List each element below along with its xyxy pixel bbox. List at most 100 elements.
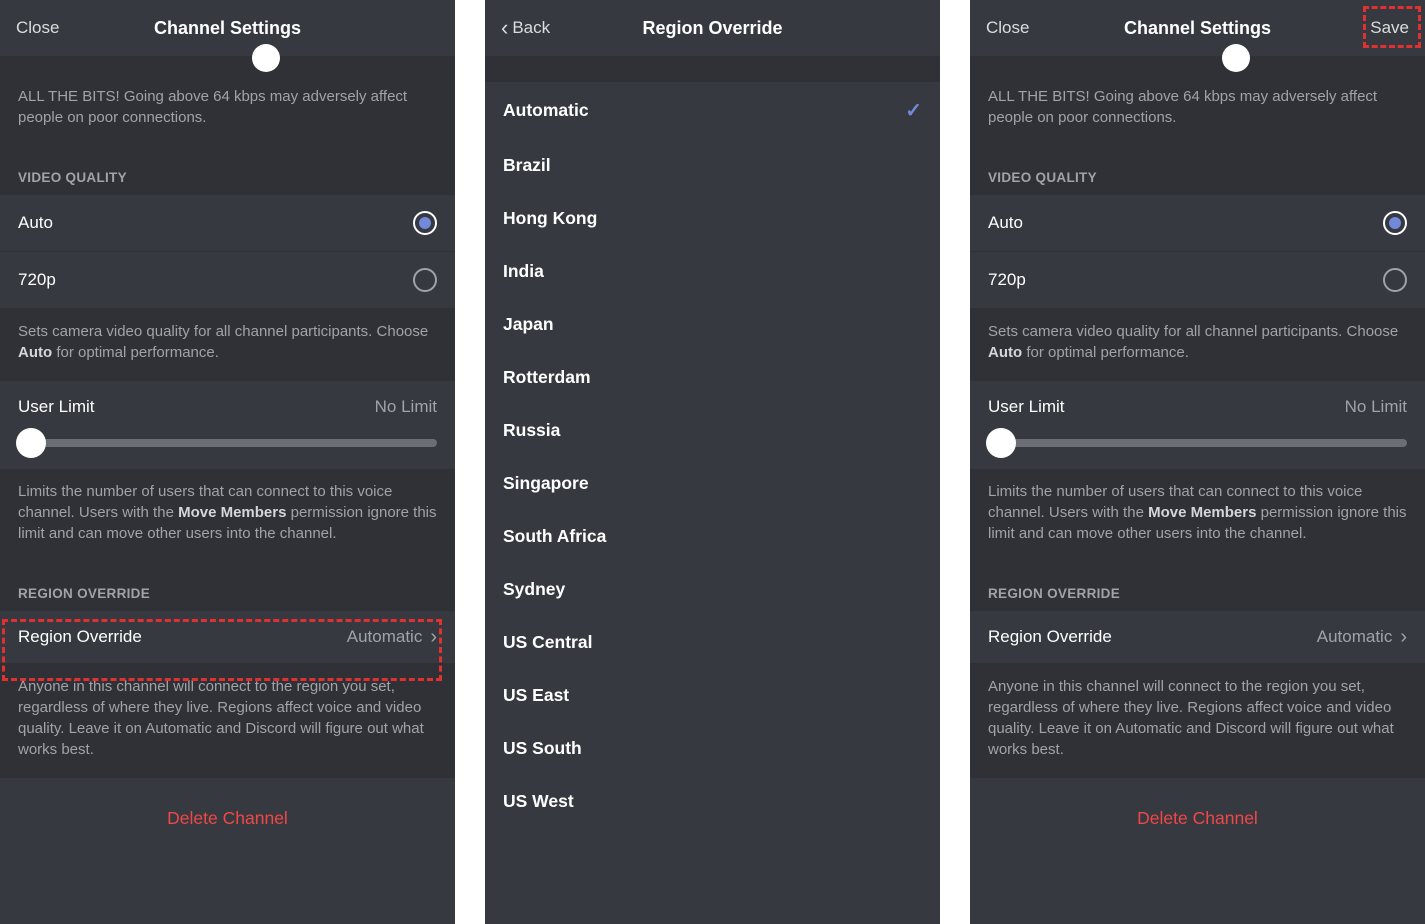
check-icon: ✓ (905, 98, 922, 123)
region-name: Brazil (503, 155, 551, 176)
region-name: US East (503, 685, 569, 706)
help-strong: Move Members (1148, 504, 1256, 521)
save-button[interactable]: Save (1370, 18, 1409, 38)
row-label: 720p (18, 270, 56, 290)
user-limit-help-text: Limits the number of users that can conn… (970, 469, 1425, 562)
help-strong: Auto (18, 344, 52, 361)
region-name: South Africa (503, 526, 606, 547)
help-strong: Move Members (178, 504, 286, 521)
header: Close Channel Settings (0, 0, 455, 56)
help-pre: Sets camera video quality for all channe… (988, 323, 1398, 340)
region-override-row[interactable]: Region Override Automatic › (0, 611, 455, 664)
slider-thumb-icon (1222, 44, 1250, 72)
video-quality-720p-row[interactable]: 720p (0, 252, 455, 309)
region-name: Singapore (503, 473, 589, 494)
region-option[interactable]: Japan (485, 298, 940, 351)
region-option[interactable]: US West (485, 775, 940, 828)
region-option[interactable]: India (485, 245, 940, 298)
region-list: Automatic✓ Brazil Hong Kong India Japan Rotte… (485, 82, 940, 828)
close-button[interactable]: Close (16, 18, 59, 38)
video-quality-help-text: Sets camera video quality for all channe… (970, 309, 1425, 381)
header-title: Channel Settings (1124, 18, 1271, 39)
user-limit-section: User Limit No Limit (970, 381, 1425, 469)
region-name: US South (503, 738, 582, 759)
content: ALL THE BITS! Going above 64 kbps may ad… (970, 56, 1425, 924)
section-header-region-override: REGION OVERRIDE (970, 562, 1425, 611)
help-post: for optimal performance. (52, 344, 219, 361)
delete-channel-button[interactable]: Delete Channel (970, 790, 1425, 847)
region-override-value: Automatic (347, 627, 423, 647)
video-quality-720p-row[interactable]: 720p (970, 252, 1425, 309)
region-option[interactable]: Russia (485, 404, 940, 457)
row-label: Auto (18, 213, 53, 233)
region-name: Rotterdam (503, 367, 591, 388)
region-option[interactable]: Rotterdam (485, 351, 940, 404)
region-option[interactable]: US Central (485, 616, 940, 669)
user-limit-label: User Limit (988, 397, 1065, 417)
chevron-right-icon: › (430, 627, 437, 647)
chevron-right-icon: › (1400, 627, 1407, 647)
video-quality-auto-row[interactable]: Auto (970, 195, 1425, 252)
region-name: India (503, 261, 544, 282)
region-name: US Central (503, 632, 592, 653)
region-name: Sydney (503, 579, 565, 600)
video-quality-auto-row[interactable]: Auto (0, 195, 455, 252)
help-strong: Auto (988, 344, 1022, 361)
help-post: for optimal performance. (1022, 344, 1189, 361)
slider-thumb-icon (252, 44, 280, 72)
region-override-row[interactable]: Region Override Automatic › (970, 611, 1425, 664)
back-button[interactable]: ‹ Back (501, 17, 550, 39)
back-label: Back (512, 18, 550, 38)
user-limit-value: No Limit (1345, 397, 1407, 417)
region-option[interactable]: Sydney (485, 563, 940, 616)
radio-selected-icon (413, 211, 437, 235)
region-option[interactable]: Singapore (485, 457, 940, 510)
region-option[interactable]: Brazil (485, 139, 940, 192)
user-limit-section: User Limit No Limit (0, 381, 455, 469)
help-pre: Sets camera video quality for all channe… (18, 323, 428, 340)
user-limit-slider[interactable] (988, 439, 1407, 447)
content: Automatic✓ Brazil Hong Kong India Japan Rotte… (485, 56, 940, 924)
bitrate-slider-partial[interactable] (970, 56, 1425, 74)
close-button[interactable]: Close (986, 18, 1029, 38)
delete-channel-button[interactable]: Delete Channel (0, 790, 455, 847)
video-quality-help-text: Sets camera video quality for all channe… (0, 309, 455, 381)
bitrate-help-text: ALL THE BITS! Going above 64 kbps may ad… (0, 74, 455, 146)
header: ‹ Back Region Override (485, 0, 940, 56)
radio-unselected-icon (413, 268, 437, 292)
user-limit-slider[interactable] (18, 439, 437, 447)
region-override-help-text: Anyone in this channel will connect to t… (970, 664, 1425, 778)
panel-region-override: ‹ Back Region Override Automatic✓ Brazil H… (485, 0, 940, 924)
radio-selected-icon (1383, 211, 1407, 235)
header-title: Channel Settings (154, 18, 301, 39)
section-header-video-quality: VIDEO QUALITY (0, 146, 455, 195)
region-override-help-text: Anyone in this channel will connect to t… (0, 664, 455, 778)
user-limit-help-text: Limits the number of users that can conn… (0, 469, 455, 562)
chevron-left-icon: ‹ (501, 17, 508, 39)
slider-thumb-icon (986, 428, 1016, 458)
region-name: Japan (503, 314, 554, 335)
region-override-value: Automatic (1317, 627, 1393, 647)
row-label: Region Override (988, 627, 1112, 647)
spacer (485, 56, 940, 82)
row-label: Region Override (18, 627, 142, 647)
region-option[interactable]: Hong Kong (485, 192, 940, 245)
radio-unselected-icon (1383, 268, 1407, 292)
bitrate-help-text: ALL THE BITS! Going above 64 kbps may ad… (970, 74, 1425, 146)
bitrate-slider-partial[interactable] (0, 56, 455, 74)
header-title: Region Override (642, 18, 782, 39)
region-option[interactable]: Automatic✓ (485, 82, 940, 139)
user-limit-label: User Limit (18, 397, 95, 417)
section-header-video-quality: VIDEO QUALITY (970, 146, 1425, 195)
row-label: Auto (988, 213, 1023, 233)
region-option[interactable]: US South (485, 722, 940, 775)
section-header-region-override: REGION OVERRIDE (0, 562, 455, 611)
region-option[interactable]: South Africa (485, 510, 940, 563)
region-option[interactable]: US East (485, 669, 940, 722)
region-name: Russia (503, 420, 560, 441)
header: Close Channel Settings Save (970, 0, 1425, 56)
panel-channel-settings-1: Close Channel Settings ALL THE BITS! Goi… (0, 0, 455, 924)
slider-thumb-icon (16, 428, 46, 458)
content: ALL THE BITS! Going above 64 kbps may ad… (0, 56, 455, 924)
row-label: 720p (988, 270, 1026, 290)
